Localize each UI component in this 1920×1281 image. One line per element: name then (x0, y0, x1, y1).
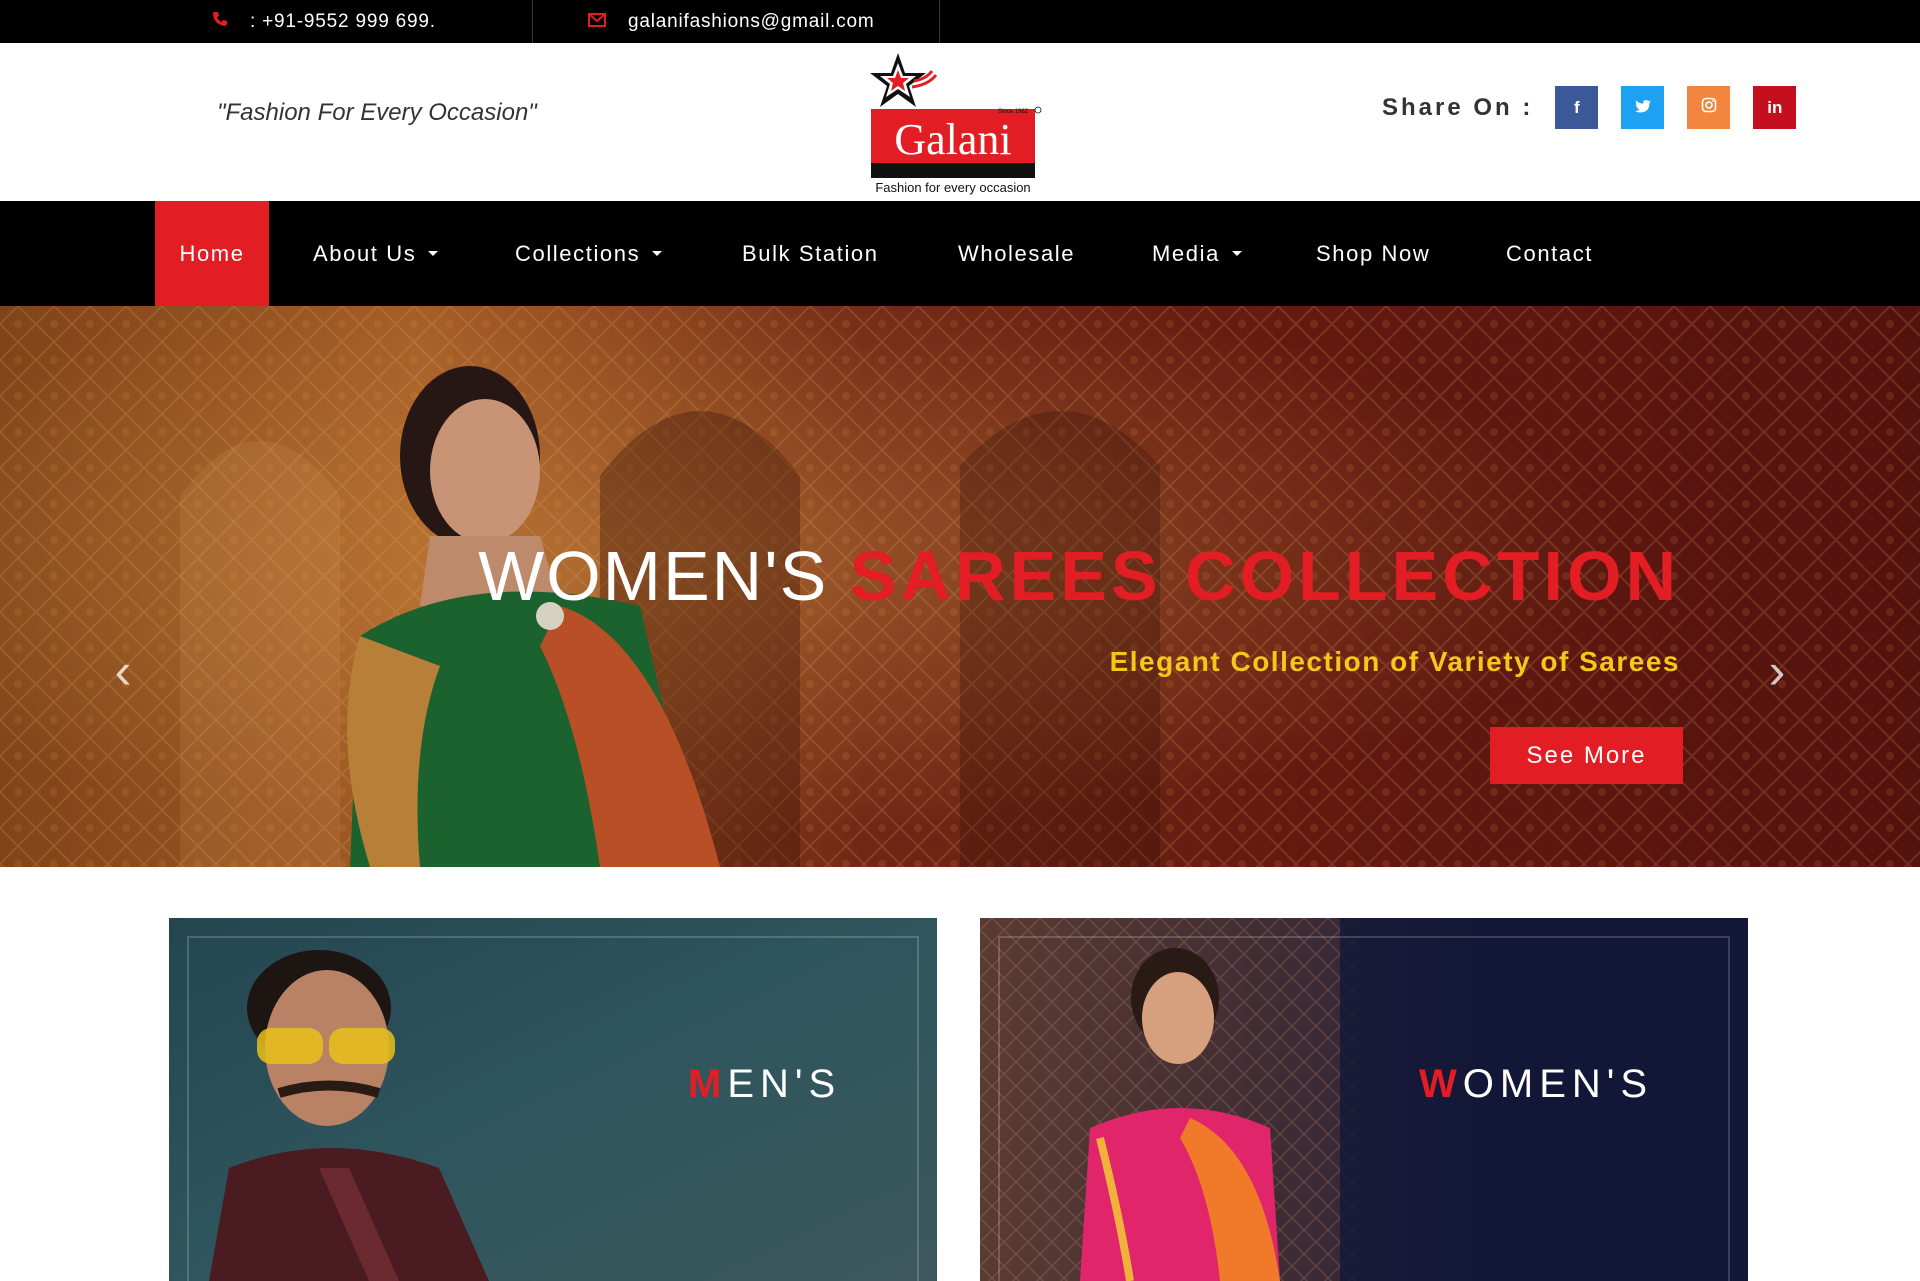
linkedin-icon: in (1767, 97, 1783, 117)
phone-number: : +91-9552 999 699. (250, 10, 436, 32)
men-label-initial: M (688, 1062, 728, 1106)
hero-title: WOMEN'S SAREES COLLECTION (478, 536, 1680, 616)
nav-item-contact[interactable]: Contact (1506, 201, 1593, 306)
topbar-divider (939, 0, 940, 43)
linkedin-link[interactable]: in (1753, 86, 1797, 129)
nav-item-label: Home (179, 240, 245, 266)
men-category-label: MEN'S (688, 1062, 841, 1107)
slider-prev-arrow[interactable]: ‹ (103, 643, 143, 699)
nav-item-label: Media (1152, 240, 1220, 266)
facebook-link[interactable]: f (1555, 86, 1599, 129)
caret-down-icon (1231, 251, 1242, 256)
nav-item-bulk-station[interactable]: Bulk Station (742, 201, 879, 306)
hero-title-white: WOMEN'S (478, 537, 829, 615)
phone-icon (212, 11, 228, 33)
nav-item-label: Collections (515, 240, 641, 266)
instagram-icon (1701, 97, 1717, 118)
email-contact[interactable]: galanifashions@gmail.com (588, 0, 875, 43)
slider-next-arrow[interactable]: › (1757, 643, 1797, 699)
category-card-women[interactable]: WOMEN'S (980, 918, 1748, 1281)
chevron-right-icon: › (1768, 643, 1786, 699)
main-nav: Home About Us Collections Bulk Station W… (0, 201, 1920, 306)
chevron-left-icon: ‹ (114, 643, 132, 699)
top-contact-bar: : +91-9552 999 699. galanifashions@gmail… (0, 0, 1920, 43)
card-frame (187, 936, 919, 1281)
nav-item-label: About Us (313, 240, 417, 266)
envelope-icon (588, 11, 606, 33)
site-header: "Fashion For Every Occasion" Since 1962 … (0, 43, 1920, 201)
twitter-icon (1634, 98, 1651, 118)
nav-item-label: Wholesale (958, 240, 1076, 266)
logo-slogan: Fashion for every occasion (875, 180, 1030, 195)
caret-down-icon (428, 251, 439, 256)
see-more-button[interactable]: See More (1490, 727, 1683, 784)
men-label-rest: EN'S (727, 1062, 842, 1106)
facebook-icon: f (1574, 97, 1580, 117)
nav-item-wholesale[interactable]: Wholesale (958, 201, 1075, 306)
nav-item-shop-now[interactable]: Shop Now (1316, 201, 1430, 306)
twitter-link[interactable] (1621, 86, 1665, 129)
category-card-men[interactable]: MEN'S (169, 918, 937, 1281)
women-label-rest: OMEN'S (1462, 1062, 1654, 1106)
nav-item-label: Contact (1506, 240, 1594, 266)
women-category-label: WOMEN'S (1419, 1062, 1653, 1107)
tagline: "Fashion For Every Occasion" (217, 99, 537, 126)
hero-title-red: SAREES COLLECTION (849, 537, 1680, 615)
instagram-link[interactable] (1687, 86, 1731, 129)
caret-down-icon (652, 251, 663, 256)
nav-item-collections[interactable]: Collections (515, 201, 663, 306)
nav-item-home[interactable]: Home (155, 201, 269, 306)
phone-contact[interactable]: : +91-9552 999 699. (212, 0, 436, 43)
share-label: Share On : (1382, 93, 1534, 121)
logo-brand: Galani (894, 115, 1011, 164)
nav-item-label: Bulk Station (742, 240, 879, 266)
nav-item-label: Shop Now (1316, 240, 1431, 266)
email-address: galanifashions@gmail.com (628, 10, 875, 32)
nav-item-about-us[interactable]: About Us (313, 201, 439, 306)
galani-logo[interactable]: Since 1962 Galani Fashion for every occa… (866, 51, 1042, 197)
card-frame (998, 936, 1730, 1281)
share-section: Share On : f in (1382, 86, 1797, 129)
hero-slider: WOMEN'S SAREES COLLECTION Elegant Collec… (0, 306, 1920, 867)
hero-subtitle: Elegant Collection of Variety of Sarees (1109, 646, 1680, 677)
topbar-divider (532, 0, 533, 43)
nav-item-media[interactable]: Media (1152, 201, 1242, 306)
women-label-initial: W (1419, 1062, 1463, 1106)
